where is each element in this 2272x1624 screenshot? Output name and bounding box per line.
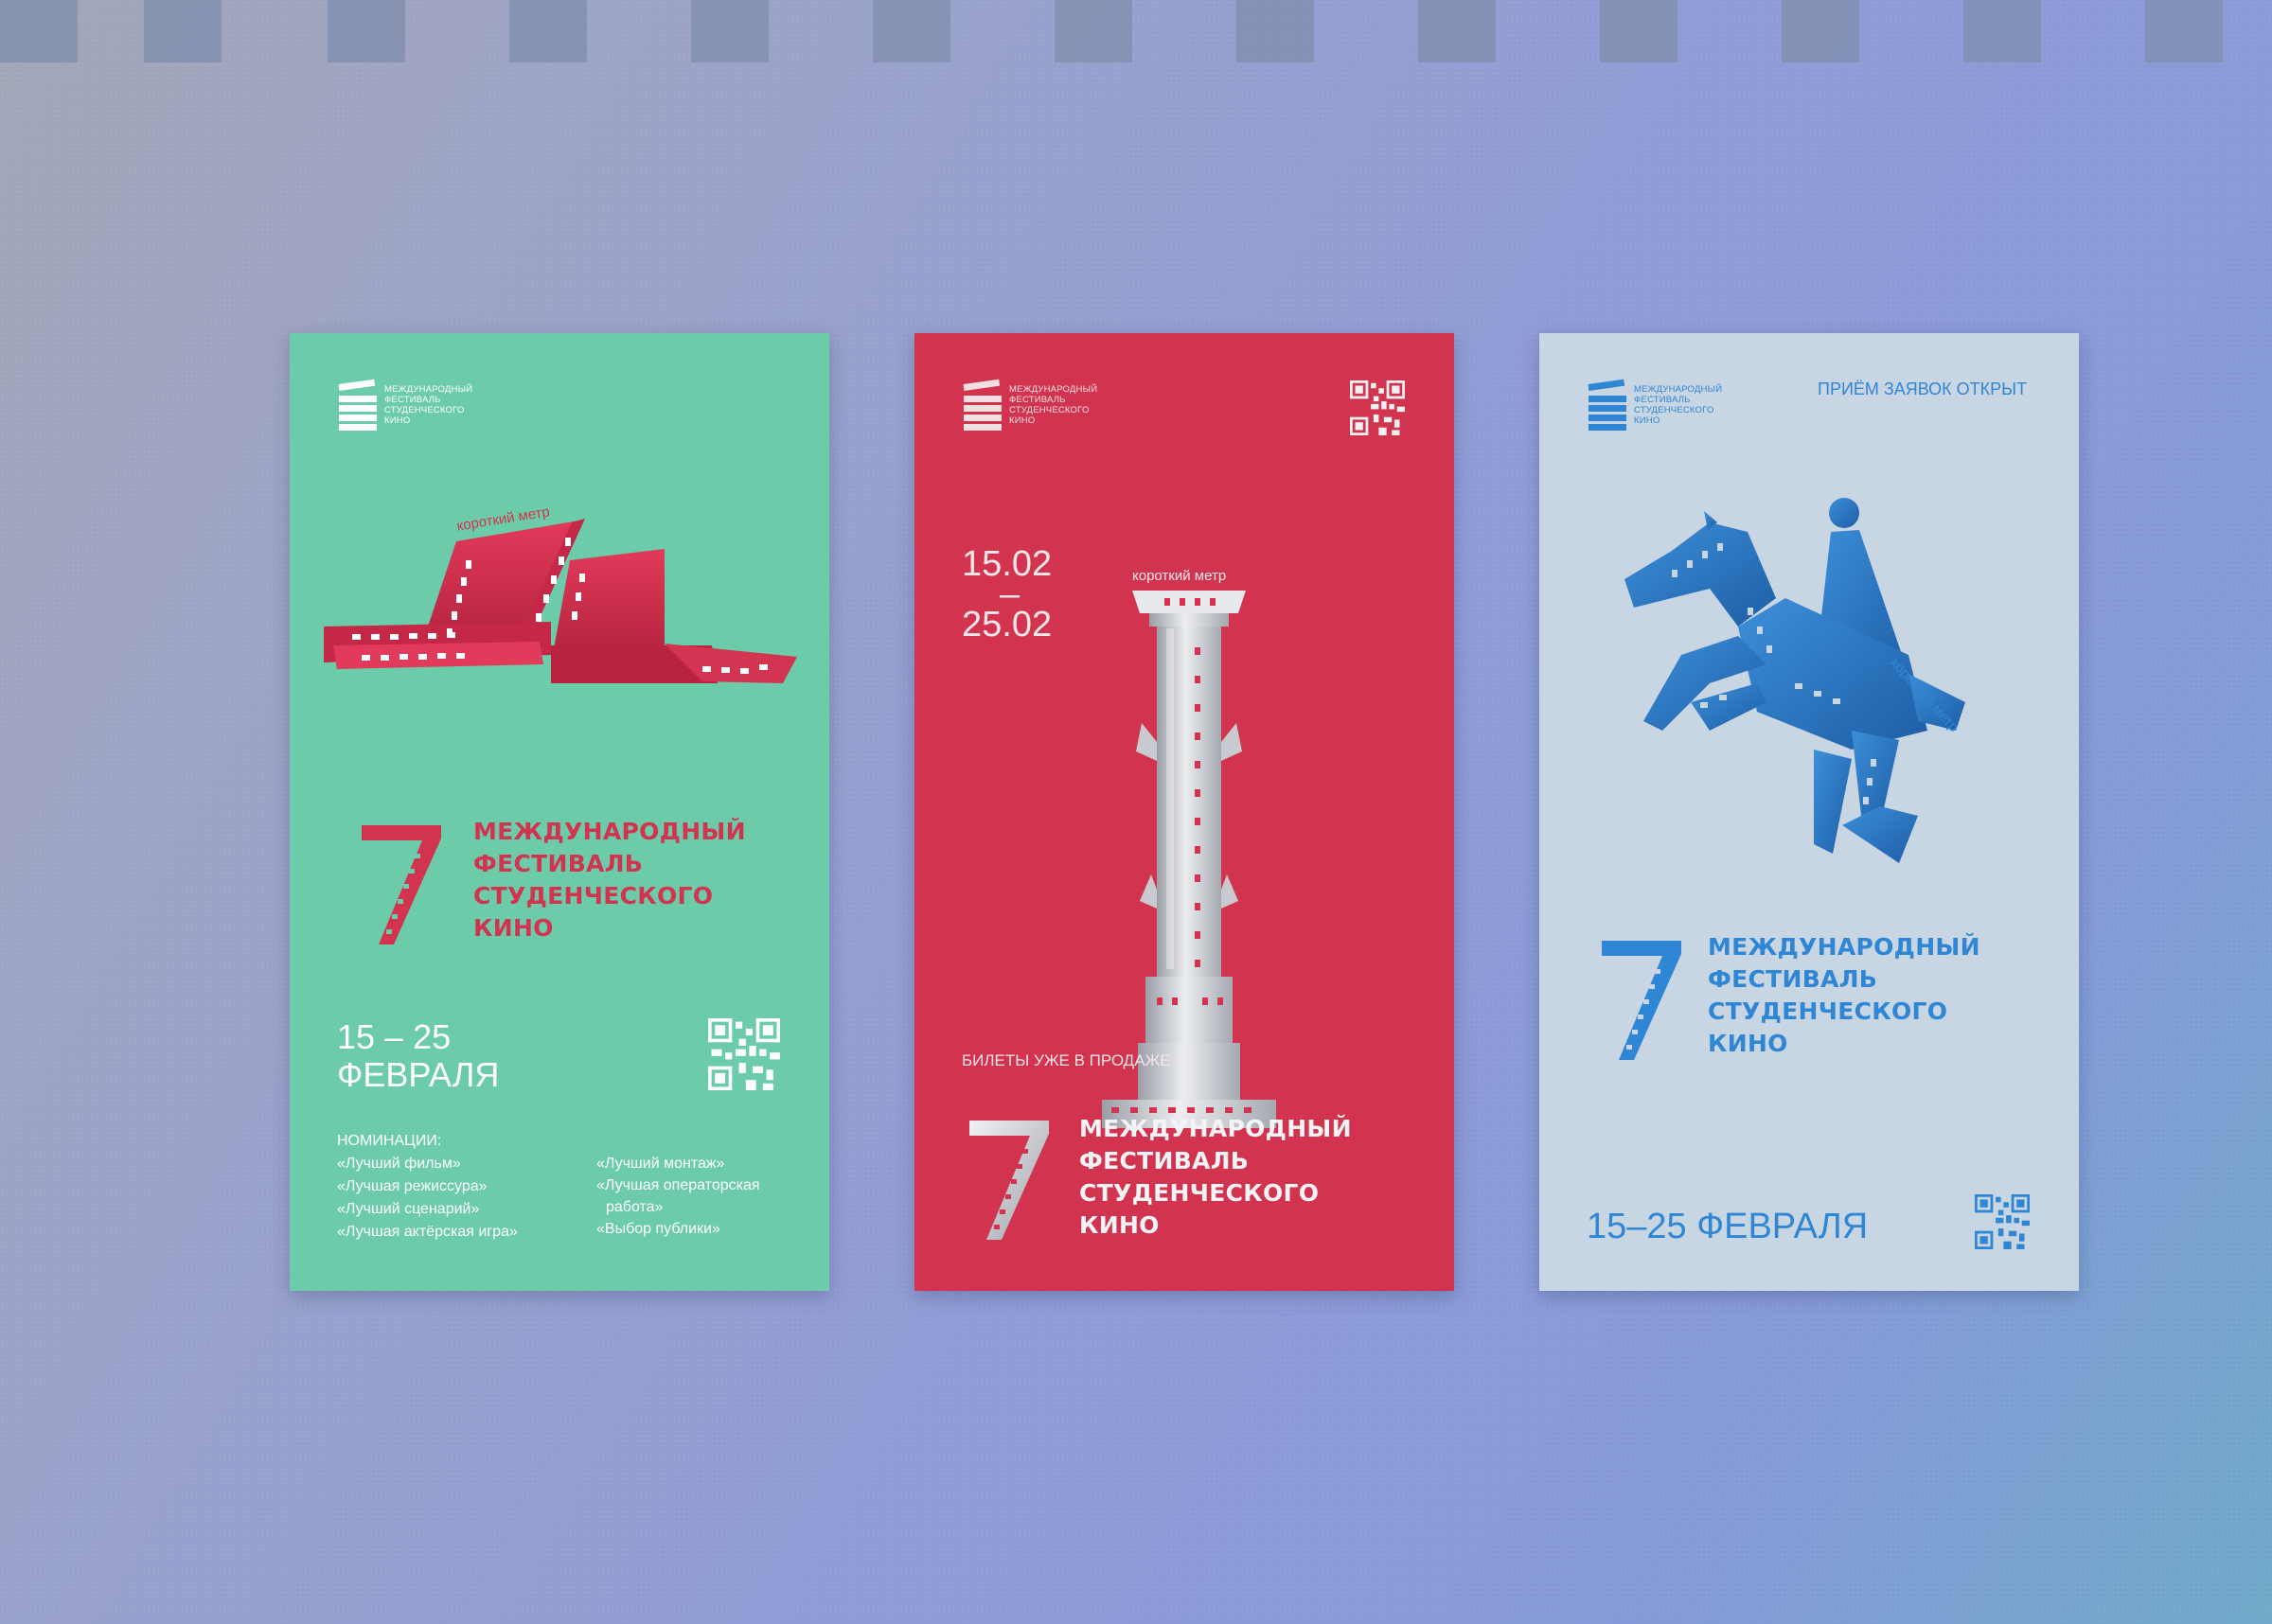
poster-red: МЕЖДУНАРОДНЫЙ ФЕСТИВАЛЬ СТУДЕНЧЕСКОГО КИ… [914,333,1454,1291]
qr-code-icon [1350,380,1405,435]
logo-line: МЕЖДУНАРОДНЫЙ [1009,384,1098,395]
film-bridge-illustration [324,519,797,683]
title-line: ФЕСТИВАЛЬ [473,850,644,877]
nomination-item: «Лучшая операторская [596,1177,760,1193]
horseman-illustration [1624,498,1965,863]
title-line: СТУДЕНЧЕСКОГО [1708,997,1948,1025]
logo-line: СТУДЕНЧЕСКОГО [1634,405,1714,415]
title-line: КИНО [473,914,554,942]
title-line: ФЕСТИВАЛЬ [1079,1147,1250,1174]
logo-line: ФЕСТИВАЛЬ [384,395,441,405]
title-line: СТУДЕНЧЕСКОГО [1079,1179,1320,1207]
nomination-item: «Лучшая режиссура» [337,1178,488,1194]
logo-line: СТУДЕНЧЕСКОГО [1009,405,1090,415]
title-line: МЕЖДУНАРОДНЫЙ [1708,933,1980,961]
logo-mark-icon [338,379,377,431]
date-end: 25.02 [962,605,1053,644]
title-line: СТУДЕНЧЕСКОГО [473,882,714,909]
nomination-item: «Лучший фильм» [337,1156,461,1172]
logo-line: КИНО [384,415,411,426]
number-seven-icon [969,1121,1049,1240]
title-line: ФЕСТИВАЛЬ [1708,965,1878,993]
poster-green: МЕЖДУНАРОДНЫЙ ФЕСТИВАЛЬ СТУДЕНЧЕСКОГО КИ… [290,333,829,1291]
logo-line: ФЕСТИВАЛЬ [1634,395,1691,405]
logo-line: СТУДЕНЧЕСКОГО [384,405,465,415]
illustration-tag: короткий метр [1132,568,1227,584]
logo-line: МЕЖДУНАРОДНЫЙ [1634,384,1723,395]
number-seven-icon [362,825,441,944]
title-line: МЕЖДУНАРОДНЫЙ [1079,1115,1352,1142]
film-strip-top-decoration [0,0,2272,62]
title-line: КИНО [1079,1211,1160,1239]
nomination-item: «Выбор публики» [596,1221,720,1237]
nomination-item: «Лучший монтаж» [596,1156,725,1172]
dates-month: ФЕВРАЛЯ [337,1055,500,1094]
tickets-on-sale: БИЛЕТЫ УЖЕ В ПРОДАЖЕ [962,1051,1171,1069]
dates-days: 15 – 25 [337,1017,452,1056]
logo-line: КИНО [1009,415,1036,426]
logo-mark-icon [1588,379,1626,431]
festival-dates: 15–25 ФЕВРАЛЯ [1587,1207,1869,1246]
nomination-item: «Лучший сценарий» [337,1201,480,1217]
applications-open-notice: ПРИЁМ ЗАЯВОК ОТКРЫТ [1818,380,2028,398]
nomination-item: работа» [606,1199,664,1215]
title-line: КИНО [1708,1030,1788,1057]
qr-code-icon [1975,1194,2030,1249]
logo-line: КИНО [1634,415,1660,426]
nominations-heading: НОМИНАЦИИ: [337,1133,442,1149]
festival-logo: МЕЖДУНАРОДНЫЙ ФЕСТИВАЛЬ СТУДЕНЧЕСКОГО КИ… [1588,379,1723,431]
festival-logo: МЕЖДУНАРОДНЫЙ ФЕСТИВАЛЬ СТУДЕНЧЕСКОГО КИ… [963,379,1098,431]
poster-blue: МЕЖДУНАРОДНЫЙ ФЕСТИВАЛЬ СТУДЕНЧЕСКОГО КИ… [1539,333,2079,1291]
logo-line: ФЕСТИВАЛЬ [1009,395,1066,405]
festival-logo: МЕЖДУНАРОДНЫЙ ФЕСТИВАЛЬ СТУДЕНЧЕСКОГО КИ… [338,379,473,431]
nomination-item: «Лучшая актёрская игра» [337,1224,518,1240]
logo-line: МЕЖДУНАРОДНЫЙ [384,384,473,395]
title-line: МЕЖДУНАРОДНЫЙ [473,818,746,845]
number-seven-icon [1602,941,1681,1060]
logo-mark-icon [963,379,1002,431]
qr-code-icon [706,1018,782,1090]
